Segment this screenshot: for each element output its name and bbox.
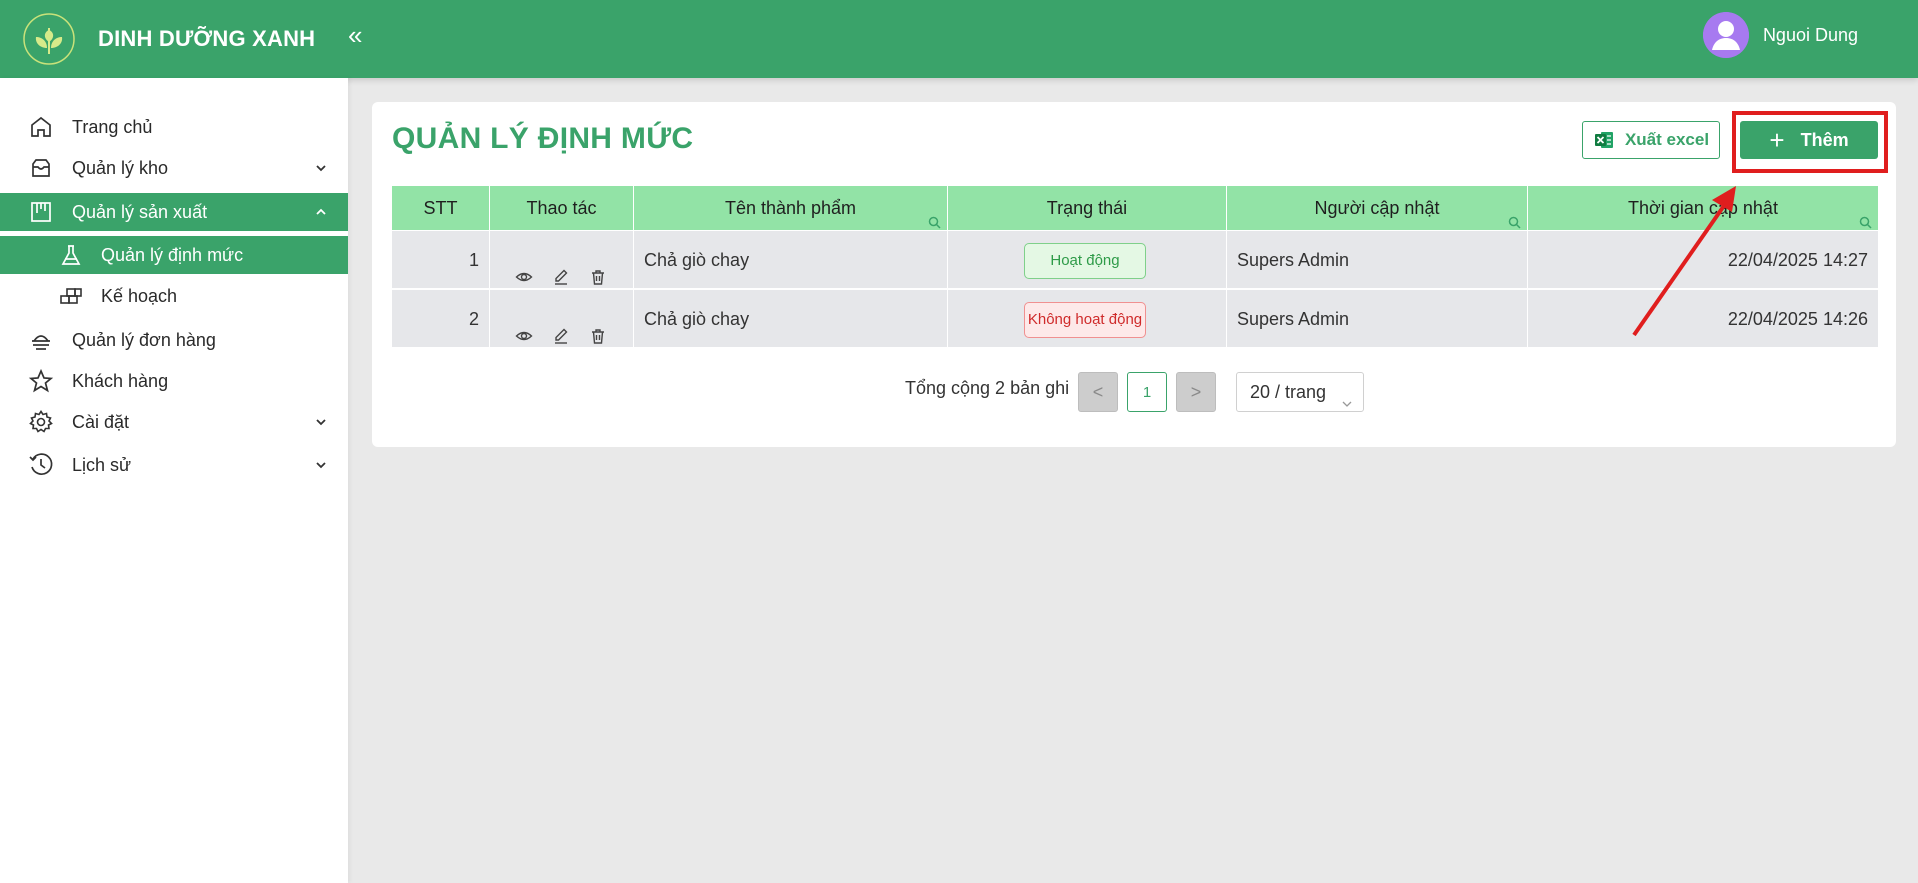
user-avatar-icon	[1702, 12, 1749, 58]
sidebar-item-plan[interactable]: Kế hoạch	[0, 277, 348, 315]
annotation-arrow	[1632, 186, 1736, 337]
sidebar-item-history[interactable]: Lịch sử	[0, 446, 348, 484]
excel-icon	[1593, 129, 1615, 151]
column-header-status: Trạng thái	[948, 186, 1227, 230]
sidebar-item-label: Kế hoạch	[101, 285, 178, 306]
export-excel-button[interactable]: Xuất excel	[1582, 121, 1720, 159]
sidebar-item-settings[interactable]: Cài đặt	[0, 403, 348, 441]
export-excel-label: Xuất excel	[1624, 130, 1710, 149]
sidebar-item-label: Lịch sử	[72, 454, 132, 475]
status-badge: Hoạt động	[1024, 243, 1146, 279]
brand[interactable]: DINH DƯỠNG XANH	[0, 0, 348, 78]
cell-actions	[490, 290, 634, 348]
sidebar: Trang chủ Quản lý kho Quản lý sản xuất Q…	[0, 78, 348, 883]
chevron-down-icon	[314, 415, 328, 429]
edit-icon[interactable]	[552, 310, 570, 344]
page-1-button[interactable]: 1	[1127, 372, 1167, 412]
bricks-icon	[58, 283, 84, 309]
add-button[interactable]: + Thêm	[1740, 121, 1878, 159]
delete-icon[interactable]	[589, 251, 607, 285]
column-search-icon[interactable]	[1508, 201, 1521, 229]
column-header-product-name: Tên thành phẩm	[634, 186, 948, 230]
sidebar-item-label: Cài đặt	[72, 411, 130, 432]
chevron-down-icon	[1341, 385, 1353, 407]
delete-icon[interactable]	[589, 310, 607, 344]
inbox-icon	[28, 155, 54, 181]
dish-icon	[28, 327, 54, 353]
next-page-button[interactable]: >	[1176, 372, 1216, 412]
chevron-up-icon	[314, 205, 328, 219]
column-search-icon[interactable]	[928, 201, 941, 229]
user-menu[interactable]: Nguoi Dung	[1702, 12, 1858, 58]
sidebar-item-home[interactable]: Trang chủ	[0, 108, 348, 146]
total-records: Tổng cộng 2 bản ghi	[905, 378, 1070, 398]
user-name: Nguoi Dung	[1762, 24, 1858, 45]
factory-board-icon	[28, 199, 54, 225]
cell-updated-by: Supers Admin	[1227, 231, 1528, 289]
cell-stt: 1	[392, 231, 490, 289]
sidebar-item-production[interactable]: Quản lý sản xuất	[0, 193, 348, 231]
sidebar-item-label: Quản lý đơn hàng	[72, 329, 216, 350]
prev-page-button[interactable]: <	[1078, 372, 1118, 412]
sidebar-item-customers[interactable]: Khách hàng	[0, 362, 348, 400]
cell-product-name: Chả giò chay	[634, 231, 948, 289]
column-search-icon[interactable]	[1859, 201, 1872, 229]
cell-status: Hoạt động	[948, 231, 1227, 289]
page-title: QUẢN LÝ ĐỊNH MỨC	[392, 122, 694, 155]
column-header-actions: Thao tác	[490, 186, 634, 230]
flask-icon	[58, 242, 84, 268]
top-header: DINH DƯỠNG XANH « Nguoi Dung	[0, 0, 1918, 78]
sidebar-item-orders[interactable]: Quản lý đơn hàng	[0, 321, 348, 359]
plus-icon: +	[1769, 125, 1785, 155]
status-badge: Không hoạt động	[1024, 302, 1146, 338]
column-header-stt: STT	[392, 186, 490, 230]
add-button-label: Thêm	[1800, 129, 1849, 150]
sidebar-item-label: Quản lý kho	[72, 157, 169, 178]
gear-icon	[28, 409, 54, 435]
cell-actions	[490, 231, 634, 289]
cell-product-name: Chả giò chay	[634, 290, 948, 348]
cell-updated-by: Supers Admin	[1227, 290, 1528, 348]
chevron-down-icon	[314, 161, 328, 175]
leaf-logo-icon	[20, 10, 78, 68]
pagination: Tổng cộng 2 bản ghi < 1 > 20 / trang	[372, 368, 1896, 412]
column-header-updated-by: Người cập nhật	[1227, 186, 1528, 230]
cell-stt: 2	[392, 290, 490, 348]
edit-icon[interactable]	[552, 251, 570, 285]
chevron-down-icon	[314, 458, 328, 472]
column-header-label: Người cập nhật	[1314, 198, 1440, 218]
brand-name: DINH DƯỠNG XANH	[98, 26, 316, 51]
collapse-sidebar-icon[interactable]: «	[348, 20, 368, 50]
sidebar-item-label: Quản lý định mức	[101, 244, 244, 265]
clock-icon	[28, 452, 54, 478]
sidebar-item-label: Trang chủ	[72, 116, 153, 137]
page-size-select[interactable]: 20 / trang	[1236, 372, 1364, 412]
view-icon[interactable]	[515, 310, 533, 341]
column-header-label: Tên thành phẩm	[724, 198, 857, 218]
page-size-value: 20 / trang	[1250, 382, 1327, 402]
star-icon	[28, 368, 54, 394]
sidebar-item-norm-management[interactable]: Quản lý định mức	[0, 236, 348, 274]
home-icon	[28, 114, 54, 140]
sidebar-item-label: Khách hàng	[72, 370, 169, 391]
sidebar-item-warehouse[interactable]: Quản lý kho	[0, 149, 348, 187]
view-icon[interactable]	[515, 251, 533, 282]
sidebar-item-label: Quản lý sản xuất	[72, 201, 208, 222]
cell-status: Không hoạt động	[948, 290, 1227, 348]
